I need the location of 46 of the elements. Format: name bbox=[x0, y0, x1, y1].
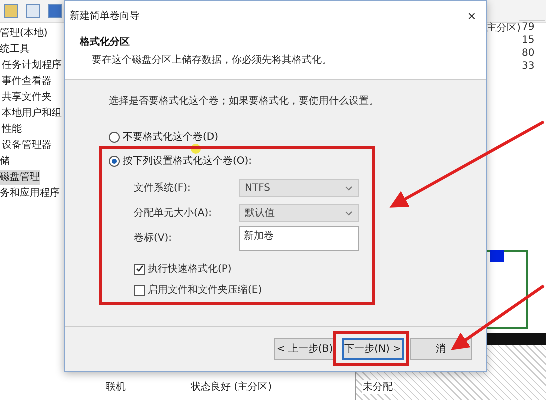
tree-item[interactable]: 共享文件夹 bbox=[0, 90, 52, 105]
radio-button[interactable] bbox=[109, 132, 120, 142]
tree-item[interactable]: 性能 bbox=[0, 122, 22, 137]
tree-item[interactable]: 管理(本地) bbox=[0, 26, 48, 41]
instruction-text: 选择是否要格式化这个卷；如果要格式化，要使用什么设置。 bbox=[109, 94, 380, 108]
dropdown[interactable]: 默认值 bbox=[239, 204, 359, 222]
field-label: 文件系统(F): bbox=[134, 182, 192, 195]
dropdown[interactable]: NTFS bbox=[239, 179, 359, 197]
close-button[interactable]: × bbox=[466, 9, 478, 23]
wizard-button[interactable]: 下一步(N) > bbox=[342, 338, 404, 360]
table-cell-text: 15 bbox=[521, 34, 536, 47]
table-cell-text: 33 bbox=[521, 60, 536, 73]
tree-item[interactable]: 统工具 bbox=[0, 42, 30, 57]
chevron-down-icon bbox=[345, 210, 353, 216]
window-title: 新建简单卷向导 bbox=[70, 10, 140, 23]
table-cell-text: 主分区) bbox=[487, 22, 521, 35]
table-cell-text: 79 bbox=[521, 21, 536, 34]
page-subheading: 要在这个磁盘分区上储存数据，你必须先将其格式化。 bbox=[91, 54, 333, 67]
page-heading: 格式化分区 bbox=[80, 36, 131, 49]
field-label: 分配单元大小(A): bbox=[134, 206, 214, 220]
tree-item[interactable]: 设备管理器 bbox=[0, 138, 52, 153]
radio-label[interactable]: 按下列设置格式化这个卷(O): bbox=[123, 154, 252, 168]
disk-status: 联机 bbox=[105, 380, 127, 394]
field-label: 卷标(V): bbox=[134, 232, 174, 245]
tree-item[interactable]: 本地用户和组 bbox=[0, 106, 62, 121]
tree-item[interactable]: 任务计划程序 bbox=[0, 58, 62, 73]
cursor-highlight bbox=[191, 144, 201, 154]
wizard-button[interactable]: < 上一步(B) bbox=[274, 338, 336, 360]
radio-label[interactable]: 不要格式化这个卷(D) bbox=[123, 130, 219, 144]
partition-header bbox=[490, 250, 504, 262]
check-icon bbox=[136, 265, 144, 273]
unallocated-label: 未分配 bbox=[362, 380, 394, 394]
tree-item[interactable]: 事件查看器 bbox=[0, 74, 52, 89]
toolbar-icon[interactable] bbox=[26, 4, 40, 18]
checkbox[interactable] bbox=[134, 264, 145, 274]
chevron-down-icon bbox=[345, 186, 353, 190]
tree-item[interactable]: 磁盘管理 bbox=[0, 170, 40, 185]
checkbox-label[interactable]: 启用文件和文件夹压缩(E) bbox=[148, 283, 262, 297]
table-cell-text: 80 bbox=[521, 47, 536, 60]
tree-item[interactable]: 储 bbox=[0, 154, 10, 169]
tree-item[interactable]: 务和应用程序 bbox=[0, 186, 60, 201]
radio-button[interactable] bbox=[109, 156, 120, 166]
checkbox[interactable] bbox=[134, 284, 145, 296]
checkbox-label[interactable]: 执行快速格式化(P) bbox=[148, 262, 232, 276]
partition-status: 状态良好 (主分区) bbox=[190, 380, 273, 394]
input-field[interactable]: 新加卷 bbox=[239, 226, 359, 250]
